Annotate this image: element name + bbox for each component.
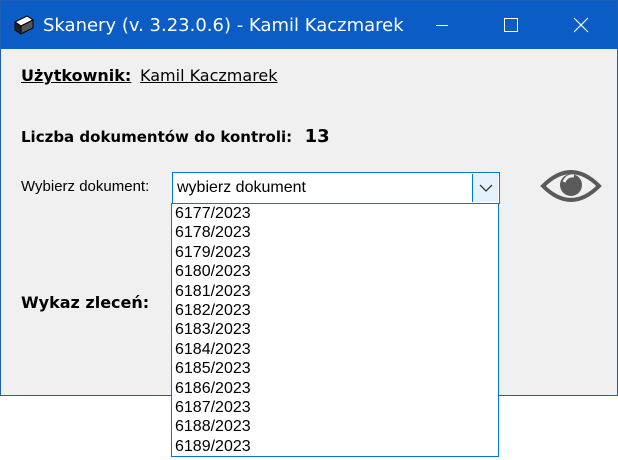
close-icon bbox=[573, 17, 589, 33]
dropdown-option[interactable]: 6186/2023 bbox=[172, 379, 498, 398]
dropdown-option[interactable]: 6188/2023 bbox=[172, 417, 498, 436]
dropdown-option[interactable]: 6183/2023 bbox=[172, 320, 498, 339]
combobox-dropdown-button[interactable] bbox=[472, 174, 498, 202]
dropdown-option[interactable]: 6179/2023 bbox=[172, 243, 498, 262]
minimize-button[interactable] bbox=[419, 1, 465, 49]
documents-count-label: Liczba dokumentów do kontroli: bbox=[21, 128, 293, 146]
dropdown-option[interactable]: 6178/2023 bbox=[172, 223, 498, 242]
dropdown-option[interactable]: 6184/2023 bbox=[172, 340, 498, 359]
dropdown-option[interactable]: 6187/2023 bbox=[172, 398, 498, 417]
dropdown-option[interactable]: 6189/2023 bbox=[172, 437, 498, 456]
maximize-button[interactable] bbox=[487, 1, 533, 49]
close-button[interactable] bbox=[557, 1, 603, 49]
user-name: Kamil Kaczmarek bbox=[140, 66, 278, 85]
document-select-label: Wybierz dokument: bbox=[21, 178, 150, 195]
documents-count-row: Liczba dokumentów do kontroli: 13 bbox=[21, 126, 330, 147]
dropdown-option[interactable]: 6185/2023 bbox=[172, 359, 498, 378]
dropdown-option[interactable]: 6181/2023 bbox=[172, 282, 498, 301]
maximize-icon bbox=[504, 18, 518, 32]
dropdown-option[interactable]: 6180/2023 bbox=[172, 262, 498, 281]
document-combobox-input[interactable] bbox=[175, 175, 471, 201]
user-label: Użytkownik: bbox=[21, 66, 132, 85]
document-combobox[interactable] bbox=[172, 172, 500, 204]
title-bar[interactable]: Skanery (v. 3.23.0.6) - Kamil Kaczmarek bbox=[1, 1, 617, 49]
documents-count-value: 13 bbox=[304, 126, 330, 147]
user-info: Użytkownik: Kamil Kaczmarek bbox=[21, 66, 278, 86]
scanner-app-icon bbox=[13, 14, 35, 36]
minimize-icon bbox=[436, 25, 448, 26]
dropdown-option[interactable]: 6177/2023 bbox=[172, 204, 498, 223]
chevron-down-icon bbox=[479, 184, 493, 192]
document-dropdown-list[interactable]: 6177/2023 6178/2023 6179/2023 6180/2023 … bbox=[171, 203, 499, 457]
orders-label: Wykaz zleceń: bbox=[21, 293, 150, 312]
dropdown-option[interactable]: 6182/2023 bbox=[172, 301, 498, 320]
eye-icon[interactable] bbox=[540, 163, 602, 209]
window-title: Skanery (v. 3.23.0.6) - Kamil Kaczmarek bbox=[43, 15, 404, 36]
